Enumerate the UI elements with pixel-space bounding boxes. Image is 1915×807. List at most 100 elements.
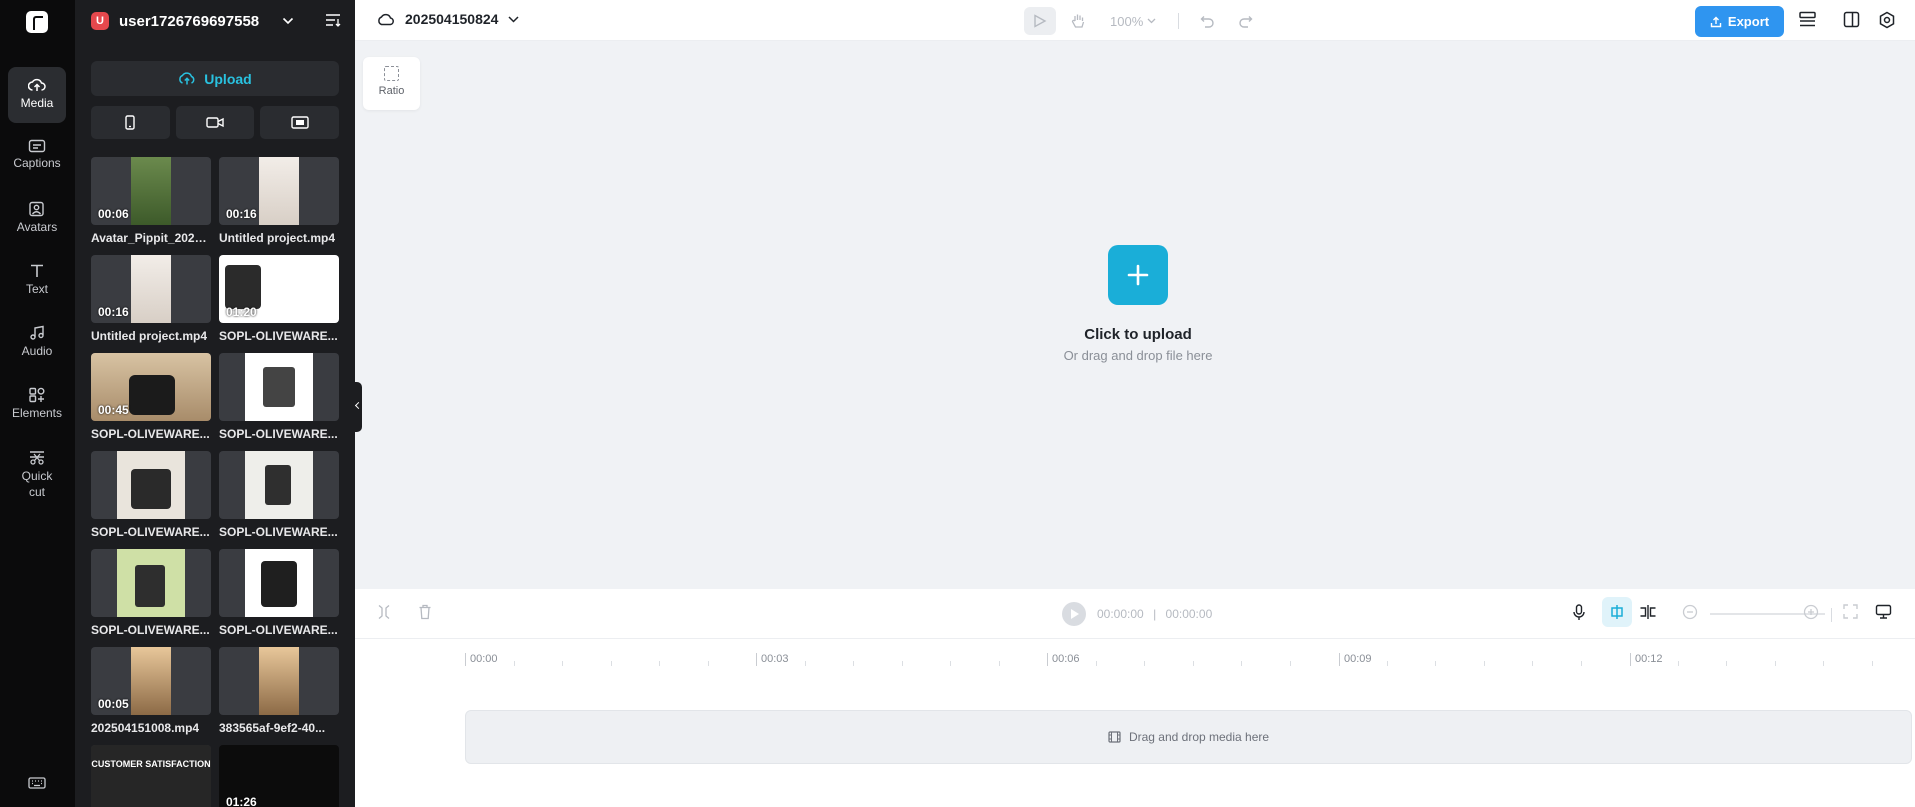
- media-item[interactable]: SOPL-OLIVEWARE...: [219, 353, 339, 441]
- media-thumbnail: CUSTOMER SATISFACTION: [91, 745, 211, 807]
- media-duration: 01:26: [226, 795, 257, 807]
- media-filename: Untitled project.mp4: [219, 231, 336, 245]
- media-item[interactable]: 00:16 Untitled project.mp4: [91, 255, 211, 343]
- ruler-minor-tick: [513, 661, 515, 666]
- media-duration: 00:05: [98, 697, 129, 711]
- redo-button[interactable]: [1229, 7, 1261, 35]
- phone-upload-button[interactable]: [91, 106, 170, 139]
- gear-icon: [1879, 11, 1895, 29]
- record-video-button[interactable]: [175, 106, 255, 139]
- rail-item-captions[interactable]: Captions: [8, 139, 66, 179]
- media-thumbnail: [91, 549, 211, 617]
- ruler-minor-tick: [1726, 661, 1727, 666]
- zoom-dropdown[interactable]: 100%: [1110, 14, 1156, 29]
- play-button[interactable]: [1062, 602, 1086, 626]
- ruler-minor-tick: [1483, 661, 1485, 666]
- media-item[interactable]: 01:20 SOPL-OLIVEWARE...: [219, 255, 339, 343]
- ruler-tick: 00:00: [465, 653, 498, 666]
- rail-item-quick-cut[interactable]: Quick cut: [8, 449, 66, 505]
- undo-button[interactable]: [1191, 7, 1223, 35]
- snap-icon: [1611, 605, 1623, 619]
- media-thumbnail: 01:20: [219, 255, 339, 323]
- captions-icon: [28, 139, 46, 153]
- cloud-upload-icon: [179, 72, 195, 85]
- rail-item-avatars[interactable]: Avatars: [8, 201, 66, 241]
- app-logo-icon[interactable]: [26, 11, 48, 33]
- zoom-in-button[interactable]: [1803, 604, 1819, 625]
- music-note-icon: [30, 325, 44, 340]
- project-title[interactable]: 202504150824: [377, 11, 519, 27]
- magnet-snap-button[interactable]: [1602, 597, 1632, 627]
- zoom-out-button[interactable]: [1682, 604, 1698, 625]
- collapse-panel-handle[interactable]: [355, 382, 362, 432]
- media-item[interactable]: 01:26: [219, 745, 339, 807]
- hand-tool-button[interactable]: [1062, 7, 1094, 35]
- media-filename: 202504151008.mp4: [91, 721, 200, 735]
- ratio-button[interactable]: Ratio: [363, 57, 420, 110]
- rail-item-text[interactable]: Text: [8, 263, 66, 303]
- ruler-minor-tick: [1241, 661, 1242, 666]
- rail-item-elements[interactable]: Elements: [8, 387, 66, 427]
- media-drop-track[interactable]: Drag and drop media here: [465, 710, 1912, 764]
- media-item[interactable]: 383565af-9ef2-40...: [219, 647, 339, 735]
- media-duration: 00:16: [226, 207, 257, 221]
- user-avatar: U: [91, 12, 109, 30]
- media-panel: U user1726769697558 Upload 00:06 Avatar_…: [75, 0, 355, 807]
- top-bar: 202504150824 100% Export: [355, 0, 1915, 41]
- preview-mode-button[interactable]: [1875, 604, 1892, 625]
- media-filename: Untitled project.mp4: [91, 329, 208, 343]
- media-item[interactable]: 00:16 Untitled project.mp4: [219, 157, 339, 245]
- rail-item-label: Avatars: [16, 220, 58, 234]
- fit-timeline-button[interactable]: [1843, 604, 1858, 624]
- ratio-icon: [384, 66, 399, 81]
- ruler-tick: 00:09: [1339, 653, 1372, 666]
- export-button[interactable]: Export: [1695, 6, 1784, 37]
- screen-record-button[interactable]: [260, 106, 340, 139]
- timecode-separator: |: [1153, 607, 1157, 621]
- rail-item-audio[interactable]: Audio: [8, 325, 66, 365]
- split-at-playhead-button[interactable]: [1639, 604, 1657, 625]
- record-voice-button[interactable]: [1572, 604, 1586, 626]
- ruler-minor-tick: [998, 661, 1000, 666]
- rail-item-label: Text: [25, 282, 48, 296]
- media-filename: SOPL-OLIVEWARE...: [219, 623, 338, 637]
- split-button[interactable]: [377, 604, 391, 625]
- media-item[interactable]: SOPL-OLIVEWARE...: [91, 451, 211, 539]
- upload-button[interactable]: Upload: [91, 61, 339, 96]
- ruler-minor-tick: [901, 661, 903, 666]
- media-item[interactable]: 00:45 SOPL-OLIVEWARE...: [91, 353, 211, 441]
- sort-icon[interactable]: [325, 13, 341, 27]
- media-item[interactable]: SOPL-OLIVEWARE...: [219, 451, 339, 539]
- media-item[interactable]: 00:05 202504151008.mp4: [91, 647, 211, 735]
- total-time: 00:00:00: [1165, 607, 1213, 621]
- media-item[interactable]: SOPL-OLIVEWARE...: [219, 549, 339, 637]
- media-filename: SOPL-OLIVEWARE...: [219, 427, 338, 441]
- select-tool-button[interactable]: [1024, 7, 1056, 35]
- layers-button[interactable]: [1798, 11, 1817, 34]
- media-filename: Avatar_Pippit_2025...: [91, 231, 211, 245]
- settings-button[interactable]: [1878, 11, 1896, 34]
- media-item[interactable]: SOPL-OLIVEWARE...: [91, 549, 211, 637]
- workspace-switcher[interactable]: U user1726769697558: [91, 10, 341, 32]
- panel-layout-button[interactable]: [1843, 11, 1860, 33]
- media-thumbnail: [219, 549, 339, 617]
- timeline-ruler[interactable]: 00:00 00:03 00:06 00:09 00:12: [355, 639, 1915, 669]
- text-icon: [31, 264, 43, 277]
- media-item[interactable]: 00:06 Avatar_Pippit_2025...: [91, 157, 211, 245]
- keyboard-shortcuts-icon[interactable]: [28, 776, 46, 795]
- current-time: 00:00:00: [1097, 607, 1144, 621]
- split-icon: [378, 605, 390, 619]
- upload-title[interactable]: Click to upload: [988, 326, 1288, 343]
- export-label: Export: [1727, 14, 1770, 29]
- rail-item-label: Captions: [13, 156, 61, 170]
- chevron-down-icon: [282, 17, 294, 25]
- zoom-out-icon: [1682, 604, 1698, 620]
- plus-icon: [1127, 264, 1149, 286]
- media-item[interactable]: CUSTOMER SATISFACTION: [91, 745, 211, 807]
- left-rail: Media Captions Avatars Text Audio Elemen…: [0, 0, 75, 807]
- upload-label: Upload: [204, 70, 252, 87]
- add-media-button[interactable]: [1108, 245, 1168, 305]
- ruler-minor-tick: [1871, 661, 1873, 666]
- rail-item-media[interactable]: Media: [8, 67, 66, 123]
- delete-button[interactable]: [418, 604, 432, 625]
